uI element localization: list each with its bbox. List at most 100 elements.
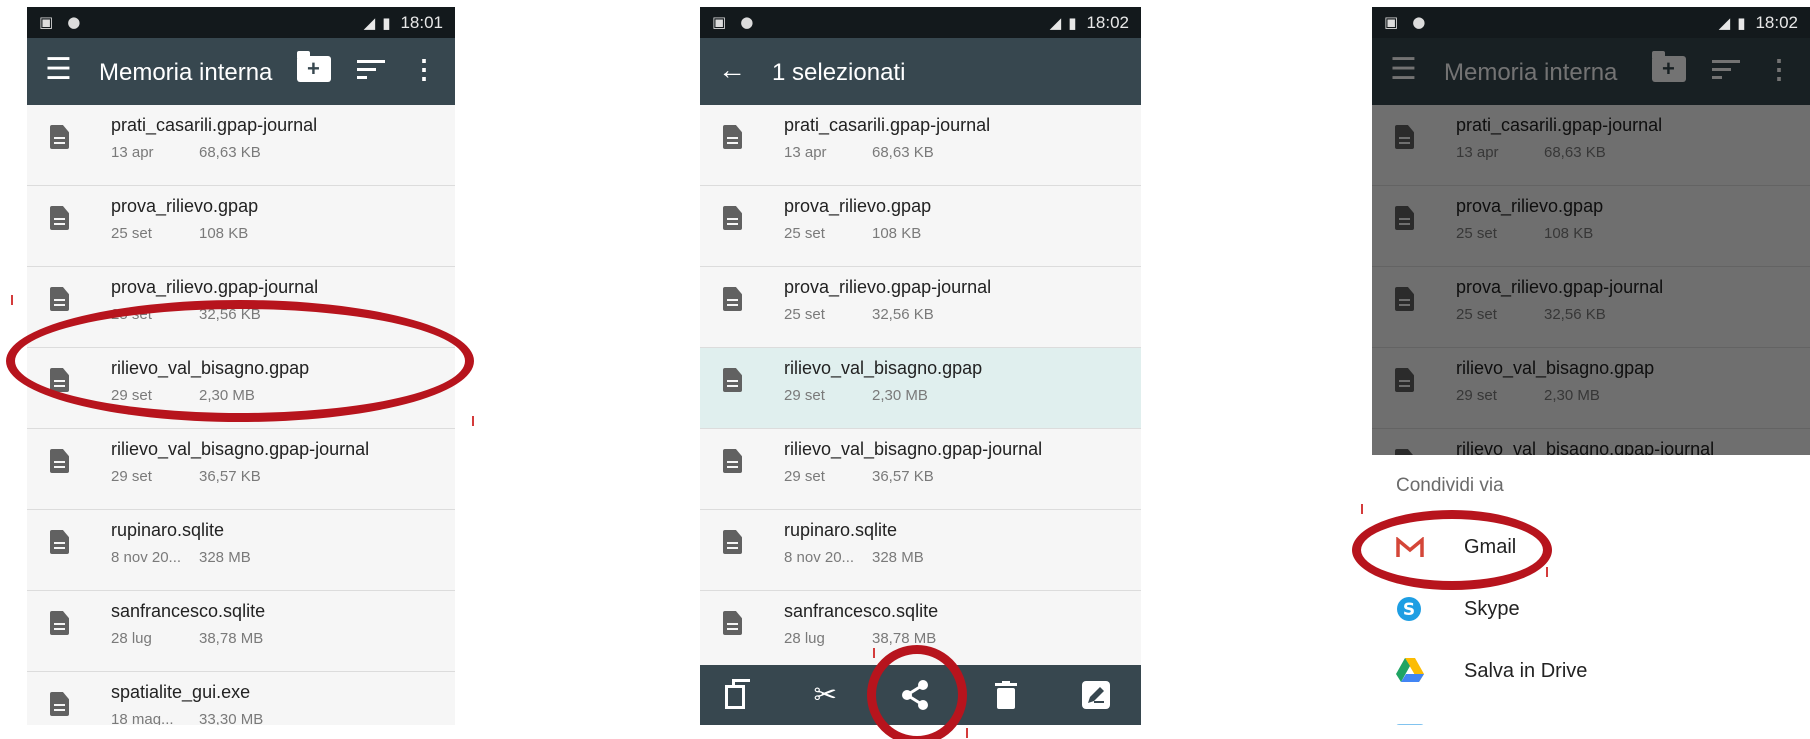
file-date: 25 set: [784, 306, 825, 323]
file-row[interactable]: prova_rilievo.gpap 25 set 108 KB: [700, 186, 1141, 267]
signal-icon: ◢: [1718, 14, 1731, 32]
file-size: 108 KB: [199, 225, 249, 242]
screen-file-list: ▣ ● ◢ ▮ 18:01 ☰ Memoria interna + ⋮ prati_c…: [27, 7, 455, 725]
file-name: rilievo_val_bisagno.gpap: [784, 358, 983, 378]
back-arrow-icon[interactable]: ←: [718, 55, 746, 85]
file-row[interactable]: rupinaro.sqlite 8 nov 20... 328 MB: [27, 510, 455, 591]
new-folder-icon[interactable]: +: [297, 51, 331, 82]
file-date: 28 lug: [111, 630, 152, 647]
file-icon: [723, 368, 742, 392]
share-option-gmail[interactable]: Gmail: [1372, 518, 1810, 580]
share-option-label: Skype: [1464, 598, 1520, 620]
file-icon: [723, 449, 742, 473]
svg-text:S: S: [1403, 600, 1415, 620]
file-name: prova_rilievo.gpap: [784, 196, 932, 216]
file-icon: [50, 611, 69, 635]
overflow-menu-icon[interactable]: ⋮: [411, 56, 437, 82]
annotation-mark: [1546, 567, 1548, 577]
sort-icon[interactable]: [357, 59, 385, 79]
file-date: 29 set: [784, 468, 825, 485]
file-name: rilievo_val_bisagno.gpap-journal: [111, 439, 370, 459]
cut-icon[interactable]: ✂: [805, 675, 845, 715]
file-list: prati_casarili.gpap-journal 13 apr 68,63 K…: [700, 105, 1141, 672]
share-option-drive[interactable]: Salva in Drive: [1372, 642, 1810, 704]
file-size: 68,63 KB: [872, 144, 934, 161]
file-size: 32,56 KB: [872, 306, 934, 323]
file-size: 33,30 MB: [199, 711, 264, 725]
file-date: 29 set: [111, 387, 152, 404]
file-name: prati_casarili.gpap-journal: [111, 115, 318, 135]
file-name: sanfrancesco.sqlite: [111, 601, 266, 621]
file-row[interactable]: rilievo_val_bisagno.gpap 29 set 2,30 MB: [700, 348, 1141, 429]
file-name: rilievo_val_bisagno.gpap: [111, 358, 310, 378]
signal-icon: ◢: [363, 14, 376, 32]
file-size: 328 MB: [199, 549, 251, 566]
delete-icon[interactable]: [986, 681, 1026, 709]
file-date: 25 set: [111, 225, 152, 242]
file-row[interactable]: rilievo_val_bisagno.gpap 29 set 2,30 MB: [27, 348, 455, 429]
share-option-label: Gmail: [1464, 536, 1517, 558]
status-bar: ▣ ● ◢ ▮ 18:01: [27, 7, 455, 38]
toolbar-title: Memoria interna: [99, 59, 273, 86]
file-row[interactable]: prova_rilievo.gpap 25 set 108 KB: [27, 186, 455, 267]
file-name: spatialite_gui.exe: [111, 682, 251, 702]
file-date: 13 apr: [784, 144, 827, 161]
file-icon: [723, 206, 742, 230]
file-icon: [50, 206, 69, 230]
annotation-mark: [966, 728, 968, 738]
share-sheet: Condividi via Gmail S Skype Salva in Dri…: [1372, 455, 1810, 725]
selection-action-bar: ✂: [700, 665, 1141, 725]
file-date: 8 nov 20...: [784, 549, 855, 566]
skype-icon: S: [1396, 596, 1424, 624]
share-icon[interactable]: [895, 679, 935, 711]
file-icon: [723, 611, 742, 635]
file-row[interactable]: rilievo_val_bisagno.gpap-journal 29 set 36…: [27, 429, 455, 510]
file-name: prova_rilievo.gpap: [111, 196, 259, 216]
file-icon: [50, 125, 69, 149]
file-name: sanfrancesco.sqlite: [784, 601, 939, 621]
status-time: 18:02: [1086, 13, 1129, 32]
file-date: 25 set: [111, 306, 152, 323]
annotation-mark: [472, 416, 474, 426]
file-row[interactable]: prati_casarili.gpap-journal 13 apr 68,63 K…: [700, 105, 1141, 186]
selection-toolbar: ← 1 selezionati: [700, 38, 1141, 105]
file-row[interactable]: spatialite_gui.exe 18 mag... 33,30 MB: [27, 672, 455, 725]
copy-icon[interactable]: [725, 679, 755, 711]
file-row[interactable]: rupinaro.sqlite 8 nov 20... 328 MB: [700, 510, 1141, 591]
file-list: prati_casarili.gpap-journal 13 apr 68,63 K…: [27, 105, 455, 725]
hamburger-menu-icon[interactable]: ☰: [45, 55, 72, 85]
file-row[interactable]: prati_casarili.gpap-journal 13 apr 68,63 K…: [27, 105, 455, 186]
file-size: 68,63 KB: [199, 144, 261, 161]
file-size: 38,78 MB: [872, 630, 937, 647]
rename-icon[interactable]: [1076, 681, 1116, 709]
file-row[interactable]: rilievo_val_bisagno.gpap-journal 29 set 36…: [700, 429, 1141, 510]
gmail-icon: [1396, 534, 1424, 562]
file-name: prova_rilievo.gpap-journal: [111, 277, 319, 297]
file-icon: [723, 125, 742, 149]
file-row[interactable]: prova_rilievo.gpap-journal 25 set 32,56 KB: [700, 267, 1141, 348]
file-row[interactable]: sanfrancesco.sqlite 28 lug 38,78 MB: [700, 591, 1141, 672]
share-option-partial[interactable]: [1372, 704, 1810, 725]
file-name: rupinaro.sqlite: [784, 520, 898, 540]
file-date: 28 lug: [784, 630, 825, 647]
file-size: 108 KB: [872, 225, 922, 242]
file-row[interactable]: prova_rilievo.gpap-journal 25 set 32,56 KB: [27, 267, 455, 348]
file-name: rilievo_val_bisagno.gpap-journal: [784, 439, 1043, 459]
android-notification-icon: ●: [740, 13, 754, 31]
file-icon: [50, 368, 69, 392]
file-date: 29 set: [784, 387, 825, 404]
file-row[interactable]: sanfrancesco.sqlite 28 lug 38,78 MB: [27, 591, 455, 672]
file-date: 25 set: [784, 225, 825, 242]
drive-icon: [1396, 658, 1424, 686]
battery-icon: ▮: [1737, 14, 1746, 32]
share-option-skype[interactable]: S Skype: [1372, 580, 1810, 642]
status-bar: ▣ ● ◢ ▮ 18:02: [700, 7, 1141, 38]
share-sheet-title: Condividi via: [1396, 475, 1504, 496]
share-option-label: Salva in Drive: [1464, 660, 1588, 682]
status-time: 18:02: [1755, 13, 1798, 32]
file-icon: [50, 287, 69, 311]
battery-icon: ▮: [1068, 14, 1077, 32]
file-icon: [50, 530, 69, 554]
file-date: 29 set: [111, 468, 152, 485]
screen-share-sheet: ▣● ◢▮18:02 ☰ Memoria interna + ⋮ prati_c…: [1372, 7, 1810, 725]
